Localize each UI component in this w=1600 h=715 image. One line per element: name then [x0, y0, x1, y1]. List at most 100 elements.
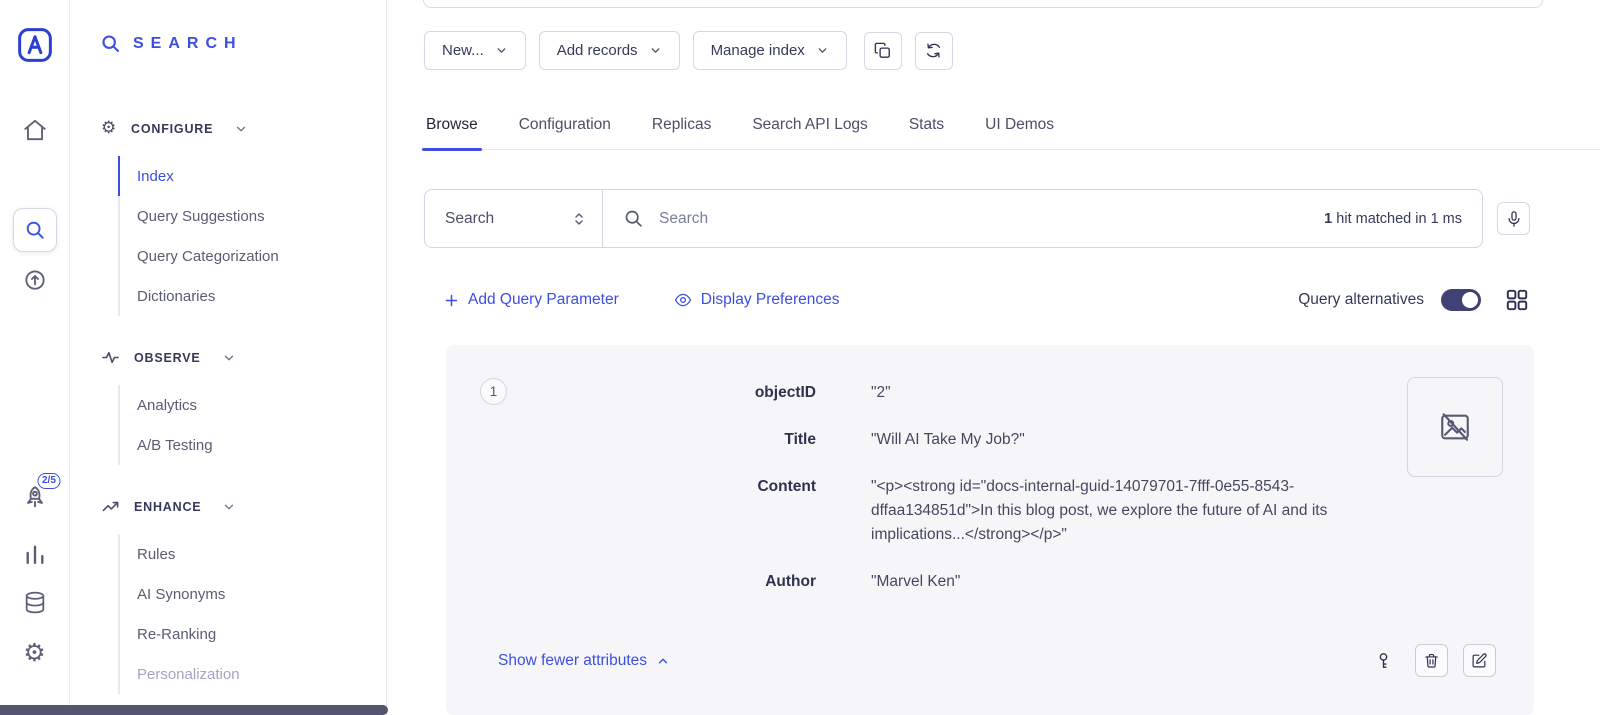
bar-chart-icon	[22, 542, 47, 567]
sidebar-item-re-ranking[interactable]: Re-Ranking	[118, 614, 373, 654]
rail-recommend[interactable]	[22, 266, 48, 292]
enhance-list: Rules AI Synonyms Re-Ranking Personaliza…	[118, 534, 373, 694]
field-label: objectID	[511, 381, 816, 405]
manage-index-label: Manage index	[711, 42, 805, 59]
manage-index-button[interactable]: Manage index	[693, 31, 847, 70]
field-label: Author	[511, 570, 816, 594]
eye-icon	[674, 291, 692, 309]
sidebar-item-rules[interactable]: Rules	[118, 534, 373, 574]
section-enhance-label: ENHANCE	[134, 500, 201, 514]
toggle-knob	[1462, 292, 1478, 308]
field-label: Title	[511, 428, 816, 452]
tab-browse[interactable]: Browse	[424, 101, 480, 149]
section-observe[interactable]: OBSERVE	[101, 348, 236, 367]
section-observe-label: OBSERVE	[134, 351, 201, 365]
sidebar-item-query-categorization[interactable]: Query Categorization	[118, 236, 373, 276]
key-icon	[1374, 651, 1393, 670]
sidebar-item-ai-synonyms[interactable]: AI Synonyms	[118, 574, 373, 614]
copy-icon	[873, 41, 892, 60]
rail-home[interactable]	[22, 117, 48, 143]
search-mode-selector[interactable]: Search	[425, 190, 603, 247]
query-alternatives-toggle[interactable]	[1441, 289, 1481, 311]
sort-chevrons-icon	[571, 211, 587, 227]
add-records-button[interactable]: Add records	[539, 31, 680, 70]
tab-configuration[interactable]: Configuration	[517, 101, 613, 149]
search-app-title: SEARCH	[133, 35, 243, 53]
home-icon	[22, 117, 48, 143]
add-query-parameter-link[interactable]: Add Query Parameter	[444, 291, 619, 309]
result-fields: objectID "2" Title "Will AI Take My Job?…	[511, 381, 1396, 617]
algolia-logo[interactable]	[16, 26, 54, 64]
field-row-title: Title "Will AI Take My Job?"	[511, 428, 1396, 452]
display-preferences-link[interactable]: Display Preferences	[674, 291, 840, 309]
edit-icon	[1471, 652, 1488, 669]
query-controls-row: Add Query Parameter Display Preferences …	[444, 286, 1530, 314]
search-mode-value: Search	[445, 210, 494, 228]
delete-record-button[interactable]	[1415, 644, 1448, 677]
observe-list: Analytics A/B Testing	[118, 385, 373, 465]
sidebar-item-index[interactable]: Index	[118, 156, 373, 196]
sidebar-item-personalization[interactable]: Personalization	[118, 654, 373, 694]
search-bar: Search 1 hit matched in 1 ms	[424, 189, 1483, 248]
trash-icon	[1423, 652, 1440, 669]
copy-index-button[interactable]	[864, 32, 902, 70]
field-row-content: Content "<p><strong id="docs-internal-gu…	[511, 475, 1396, 547]
rail-upgrade-rocket[interactable]: 2/5	[21, 484, 48, 511]
rail-data[interactable]	[22, 590, 47, 615]
tab-replicas[interactable]: Replicas	[650, 101, 713, 149]
microphone-icon	[1505, 210, 1523, 228]
new-button-label: New...	[442, 42, 484, 59]
search-input[interactable]	[659, 210, 1309, 228]
refresh-button[interactable]	[915, 32, 953, 70]
search-app-logo[interactable]: SEARCH	[100, 33, 243, 54]
sidebar-item-analytics[interactable]: Analytics	[118, 385, 373, 425]
database-icon	[22, 590, 47, 615]
search-sidebar: SEARCH ⚙ CONFIGURE Index Query Suggestio…	[70, 0, 387, 715]
section-configure-label: CONFIGURE	[131, 122, 213, 136]
show-fewer-attributes-link[interactable]: Show fewer attributes	[498, 652, 670, 670]
plus-icon	[444, 293, 459, 308]
tab-stats[interactable]: Stats	[907, 101, 946, 149]
result-card-footer: Show fewer attributes	[498, 644, 1496, 677]
field-value: "Marvel Ken"	[871, 570, 1396, 594]
trending-up-icon	[101, 497, 120, 516]
section-enhance[interactable]: ENHANCE	[101, 497, 236, 516]
record-key-button[interactable]	[1367, 644, 1400, 677]
voice-search-button[interactable]	[1497, 202, 1530, 235]
record-actions	[1367, 644, 1496, 677]
field-row-author: Author "Marvel Ken"	[511, 570, 1396, 594]
search-product-icon	[24, 219, 46, 241]
show-fewer-label: Show fewer attributes	[498, 652, 647, 670]
chevron-up-icon	[656, 654, 670, 668]
image-off-icon	[1438, 410, 1472, 444]
index-tabs: Browse Configuration Replicas Search API…	[424, 101, 1600, 150]
edit-record-button[interactable]	[1463, 644, 1496, 677]
sidebar-item-ab-testing[interactable]: A/B Testing	[118, 425, 373, 465]
record-image-placeholder	[1407, 377, 1503, 477]
display-preferences-label: Display Preferences	[701, 291, 840, 309]
configure-list: Index Query Suggestions Query Categoriza…	[118, 156, 373, 316]
chevron-down-icon	[222, 351, 236, 365]
tab-ui-demos[interactable]: UI Demos	[983, 101, 1056, 149]
new-button[interactable]: New...	[424, 31, 526, 70]
sidebar-item-dictionaries[interactable]: Dictionaries	[118, 276, 373, 316]
layout-grid-button[interactable]	[1504, 287, 1530, 313]
search-input-area: 1 hit matched in 1 ms	[603, 190, 1482, 247]
query-alternatives-label: Query alternatives	[1298, 291, 1424, 309]
field-value: "<p><strong id="docs-internal-guid-14079…	[871, 475, 1396, 547]
section-configure[interactable]: ⚙ CONFIGURE	[101, 120, 248, 137]
main-content: New... Add records Manage index Browse C	[388, 0, 1600, 715]
tab-search-api-logs[interactable]: Search API Logs	[750, 101, 869, 149]
usage-badge: 2/5	[37, 473, 61, 489]
rail-settings[interactable]: ⚙	[23, 640, 45, 665]
chevron-down-icon	[495, 44, 508, 57]
product-rail: 2/5 ⚙	[0, 0, 70, 715]
activity-icon	[101, 348, 120, 367]
field-value: "2"	[871, 381, 1396, 405]
horizontal-scrollbar[interactable]	[0, 705, 388, 715]
rail-search-product[interactable]	[13, 208, 57, 252]
rail-analytics[interactable]	[22, 542, 47, 567]
index-selector-partial	[423, 0, 1543, 8]
chevron-down-icon	[649, 44, 662, 57]
sidebar-item-query-suggestions[interactable]: Query Suggestions	[118, 196, 373, 236]
